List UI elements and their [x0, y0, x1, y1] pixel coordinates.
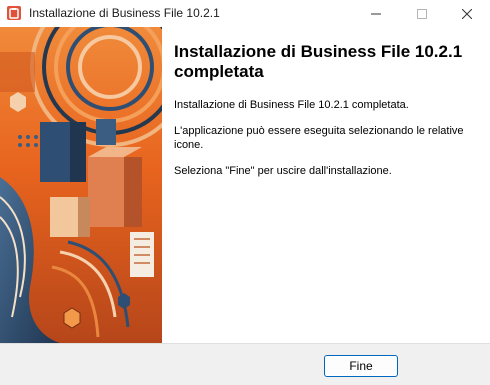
app-icon — [7, 6, 21, 20]
button-bar: Fine — [0, 343, 490, 385]
installer-window: Installazione di Business File 10.2.1 In… — [0, 0, 490, 385]
exit-instructions: Seleziona "Fine" per uscire dall'install… — [174, 165, 392, 177]
close-icon — [462, 8, 472, 19]
installer-banner-image — [0, 27, 162, 343]
minimize-button[interactable] — [353, 0, 399, 27]
window-title: Installazione di Business File 10.2.1 — [29, 6, 220, 20]
finish-button[interactable]: Fine — [324, 355, 398, 377]
page-title: Installazione di Business File 10.2.1 co… — [174, 42, 463, 81]
title-bar[interactable]: Installazione di Business File 10.2.1 — [0, 0, 490, 27]
completion-message: Installazione di Business File 10.2.1 co… — [174, 99, 409, 111]
maximize-button[interactable] — [399, 0, 445, 27]
minimize-icon — [371, 13, 381, 14]
content-panel: Installazione di Business File 10.2.1 co… — [162, 27, 490, 343]
run-instructions: L'applicazione può essere eseguita selez… — [174, 125, 464, 151]
banner-illustration — [0, 27, 162, 343]
close-button[interactable] — [444, 0, 490, 27]
maximize-icon — [417, 8, 427, 19]
